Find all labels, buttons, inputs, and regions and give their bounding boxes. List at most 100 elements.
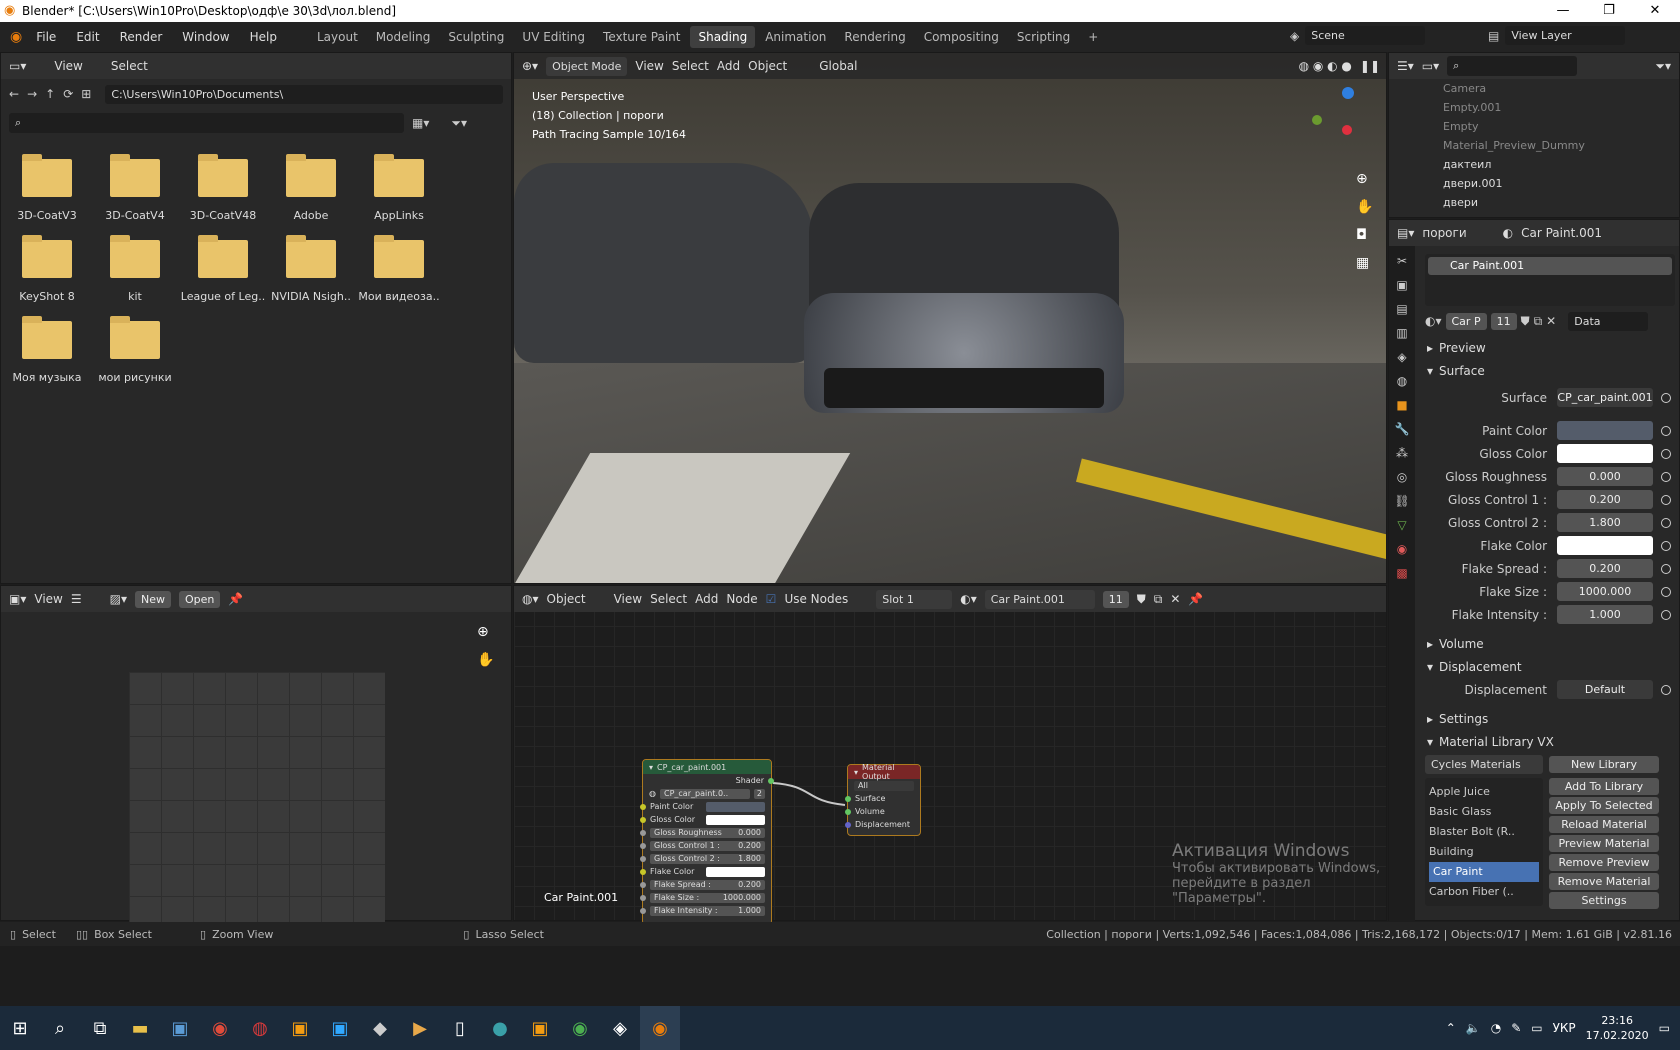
app-diamond-icon[interactable]: ◆	[360, 1006, 400, 1050]
minimize-button[interactable]: —	[1540, 0, 1586, 22]
menu-help[interactable]: Help	[250, 30, 277, 44]
library-material-item[interactable]: Building	[1429, 842, 1539, 862]
node-input-field[interactable]: Flake Intensity : 1.000	[650, 905, 765, 916]
link-socket-icon[interactable]	[1661, 563, 1671, 574]
color-swatch[interactable]	[706, 801, 765, 812]
display-mode-icon[interactable]: ▦▾	[412, 116, 429, 130]
file-explorer-icon[interactable]: ▬	[120, 1006, 160, 1050]
uv-grid[interactable]	[129, 672, 385, 928]
link-socket-icon[interactable]	[1661, 517, 1671, 528]
input-socket[interactable]	[640, 816, 646, 823]
unlink-icon[interactable]: ✕	[1546, 314, 1556, 328]
material-name-field[interactable]: Car P	[1445, 312, 1487, 330]
tab-texture-paint[interactable]: Texture Paint	[595, 26, 688, 48]
surface-socket[interactable]	[845, 795, 851, 802]
constraints-tab-icon[interactable]: ⛓	[1394, 494, 1409, 508]
zoom-icon[interactable]: ⊕	[1356, 171, 1373, 187]
outliner-item[interactable]: дактеил	[1443, 155, 1679, 174]
material-library-section[interactable]: ▾ Material Library VX	[1417, 730, 1679, 753]
filter-icon[interactable]: ⏷▾	[451, 116, 467, 131]
tab-modeling[interactable]: Modeling	[368, 26, 439, 48]
tab-rendering[interactable]: Rendering	[836, 26, 913, 48]
add-to-library-button[interactable]: Add To Library	[1549, 778, 1659, 795]
displacement-socket[interactable]	[845, 821, 851, 828]
world-tab-icon[interactable]: ◍	[1397, 374, 1407, 388]
document-icon[interactable]: ▯	[440, 1006, 480, 1050]
browse-material-icon[interactable]: ◐▾	[1425, 314, 1442, 328]
volume-socket[interactable]	[845, 808, 851, 815]
display-mode-icon[interactable]: ▭▾	[1422, 59, 1439, 73]
close-button[interactable]: ✕	[1632, 0, 1678, 22]
link-socket-icon[interactable]	[1661, 425, 1671, 436]
pan-hand-icon[interactable]: ✋	[477, 652, 494, 668]
viewport-menu-select[interactable]: Select	[672, 59, 709, 73]
folder-item[interactable]: Adobe	[267, 154, 355, 222]
tab-animation[interactable]: Animation	[757, 26, 834, 48]
tab-sculpting[interactable]: Sculpting	[440, 26, 512, 48]
displacement-section[interactable]: ▾ Displacement	[1417, 655, 1679, 678]
editor-type-icon[interactable]: ☰▾	[1397, 59, 1414, 73]
new-image-button[interactable]: New	[135, 590, 171, 608]
group-node[interactable]: ▾ CP_car_paint.001 Shader ◍ CP_car_paint…	[640, 759, 774, 925]
tool-tab-icon[interactable]: ✂	[1397, 254, 1407, 268]
folder-item[interactable]: kit	[91, 235, 179, 303]
menu-file[interactable]: File	[36, 30, 56, 44]
task-view-icon[interactable]: ⧉	[80, 1006, 120, 1050]
node-tree-icon[interactable]: ◍	[649, 789, 656, 798]
shader-output-socket[interactable]	[768, 777, 774, 784]
library-material-item[interactable]: Blaster Bolt (R..	[1429, 822, 1539, 842]
z-axis-icon[interactable]	[1342, 87, 1354, 99]
volume-icon[interactable]: 🔈	[1466, 1021, 1481, 1035]
library-dropdown[interactable]: Cycles Materials	[1425, 755, 1543, 774]
link-socket-icon[interactable]	[1661, 609, 1671, 620]
editor-type-icon[interactable]: ⊕▾	[522, 59, 538, 73]
scene-selector[interactable]: ◈ Scene	[1290, 26, 1426, 45]
tab-shading[interactable]: Shading	[690, 26, 756, 48]
duplicate-icon[interactable]: ⧉	[1534, 314, 1543, 329]
navigation-gizmo[interactable]	[1310, 85, 1380, 155]
texture-tab-icon[interactable]: ▩	[1396, 566, 1407, 580]
apply-to-selected-button[interactable]: Apply To Selected	[1549, 797, 1659, 814]
remove-material-button[interactable]: Remove Material	[1549, 873, 1659, 890]
link-socket-icon[interactable]	[1661, 684, 1671, 695]
fake-user-icon[interactable]: ⛊	[1521, 314, 1530, 329]
open-image-button[interactable]: Open	[179, 590, 221, 608]
outliner-item[interactable]: Empty.001	[1443, 98, 1679, 117]
language-indicator[interactable]: УКР	[1553, 1021, 1576, 1035]
illustrator-icon[interactable]: ▣	[280, 1006, 320, 1050]
red-app-icon[interactable]: ◍	[240, 1006, 280, 1050]
preview-material-button[interactable]: Preview Material	[1549, 835, 1659, 852]
outliner-item[interactable]: Empty	[1443, 117, 1679, 136]
surface-shader-field[interactable]: CP_car_paint.001	[1557, 388, 1653, 407]
library-material-item[interactable]: Apple Juice	[1429, 782, 1539, 802]
transform-orientation-dropdown[interactable]: Global	[819, 59, 857, 73]
outliner-search-input[interactable]: ⌕	[1447, 56, 1578, 76]
material-tab-icon[interactable]: ◉	[1397, 542, 1407, 556]
reload-material-button[interactable]: Reload Material	[1549, 816, 1659, 833]
group-node-header[interactable]: ▾ CP_car_paint.001	[643, 760, 771, 774]
image-view-dropdown[interactable]: View	[34, 592, 62, 606]
menu-window[interactable]: Window	[182, 30, 229, 44]
chrome-icon[interactable]: ◉	[200, 1006, 240, 1050]
displacement-field[interactable]: Default	[1557, 680, 1653, 699]
maximize-button[interactable]: ❐	[1586, 0, 1632, 22]
tab-scripting[interactable]: Scripting	[1009, 26, 1078, 48]
folder-item[interactable]: Мои видеоза..	[355, 235, 443, 303]
view-layer-selector[interactable]: ▤ View Layer	[1488, 26, 1626, 45]
hamburger-icon[interactable]: ☰	[71, 592, 82, 606]
shader-input-value[interactable]: 0.200	[1557, 559, 1653, 578]
object-tab-icon[interactable]: ■	[1396, 398, 1407, 412]
app-teal-icon[interactable]: ●	[480, 1006, 520, 1050]
render-tab-icon[interactable]: ▣	[1396, 278, 1407, 292]
folder-item[interactable]: League of Leg..	[179, 235, 267, 303]
node-input-field[interactable]: Gloss Roughness 0.000	[650, 827, 765, 838]
blender-menu-icon[interactable]: ◉	[10, 29, 22, 45]
library-material-item[interactable]: Carbon Fiber (..	[1429, 882, 1539, 902]
new-library-button[interactable]: New Library	[1549, 756, 1659, 773]
library-settings-button[interactable]: Settings	[1549, 892, 1659, 909]
path-field[interactable]: C:\Users\Win10Pro\Documents\	[105, 84, 503, 104]
media-player-icon[interactable]: ▶	[400, 1006, 440, 1050]
output-tab-icon[interactable]: ▤	[1396, 302, 1407, 316]
file-search-input[interactable]: ⌕	[9, 113, 404, 133]
start-icon[interactable]: ⊞	[0, 1006, 40, 1050]
